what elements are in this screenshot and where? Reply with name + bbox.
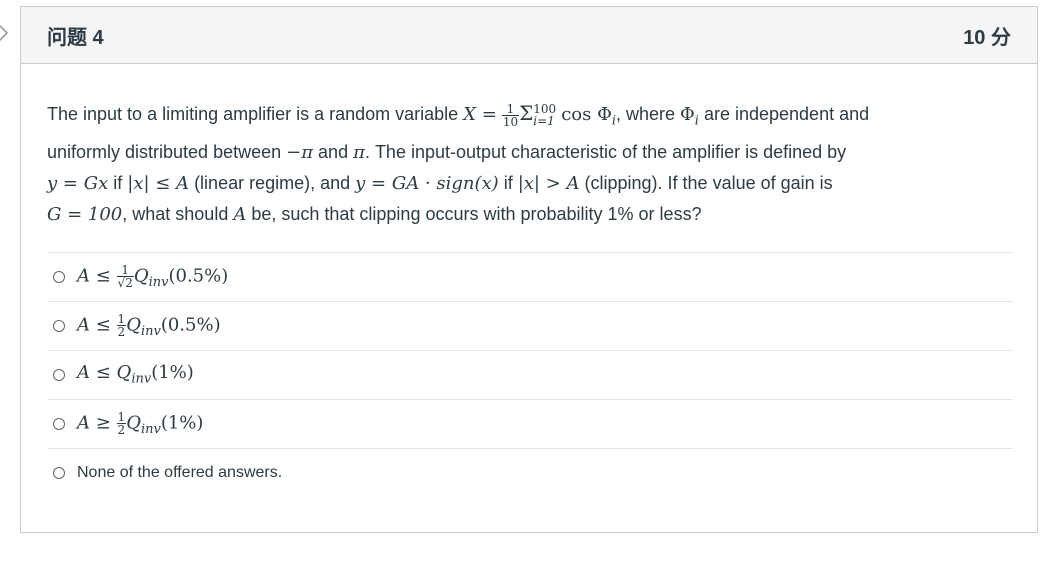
text-segment: if: [498, 172, 518, 193]
radio-button[interactable]: [53, 467, 65, 480]
text-segment: . The input-output characteristic of the…: [364, 141, 847, 162]
text-segment: The input to a limiting amplifier is a r…: [47, 104, 464, 124]
answer-label: A ≤ 1 √2 Qinv(0.5%): [77, 262, 229, 290]
text-segment: (linear regime), and: [189, 172, 356, 193]
answer-label: None of the offered answers.: [77, 464, 283, 482]
radio-button[interactable]: [53, 368, 65, 381]
math-abs-le: |x| ≤ A: [127, 172, 190, 194]
answer-option-5[interactable]: None of the offered answers.: [47, 449, 1013, 498]
answer-label: A ≤ Qinv(1%): [77, 362, 194, 387]
text-segment: if: [108, 172, 128, 193]
chevron-right-icon[interactable]: [0, 22, 10, 44]
text-segment: be, such that clipping occurs with proba…: [246, 203, 702, 224]
math-gain: G = 100: [47, 203, 123, 225]
sum-symbol: Σ: [519, 101, 534, 125]
sum-limits: 100 i=1: [533, 102, 557, 129]
math-cos-phi: cos Φ: [561, 104, 612, 125]
math-linear: y = Gx: [47, 172, 109, 194]
question-title: 问题 4: [47, 26, 104, 49]
math-pi: π: [353, 141, 365, 163]
math-x: X =: [463, 104, 497, 125]
text-segment: uniformly distributed between: [47, 141, 287, 162]
answer-option-3[interactable]: A ≤ Qinv(1%): [47, 351, 1013, 400]
answer-label: A ≥ 1 2 Qinv(1%): [77, 409, 204, 437]
text-segment: are independent and: [698, 104, 870, 124]
radio-button[interactable]: [53, 417, 65, 430]
question-card: 问题 4 10 分 The input to a limiting amplif…: [20, 6, 1038, 533]
question-text: The input to a limiting amplifier is a r…: [47, 98, 1011, 230]
math-minus-pi: −π: [286, 141, 314, 163]
text-segment: (clipping). If the value of gain is: [579, 172, 833, 193]
math-clipping: y = GA · sign(x): [355, 172, 499, 194]
question-header: 问题 4 10 分: [21, 7, 1037, 64]
answer-option-2[interactable]: A ≤ 1 2 Qinv(0.5%): [47, 302, 1013, 351]
math-a: A: [233, 203, 247, 225]
text-segment: , what should: [122, 203, 234, 224]
math-phi: Φ: [680, 104, 695, 125]
fraction: 1 10: [501, 101, 520, 129]
question-points: 10 分: [963, 26, 1011, 49]
radio-button[interactable]: [53, 319, 65, 332]
text-segment: and: [313, 141, 354, 162]
question-body: The input to a limiting amplifier is a r…: [21, 64, 1037, 498]
math-abs-gt: |x| > A: [517, 172, 580, 194]
text-segment: , where: [616, 104, 681, 124]
answer-list: A ≤ 1 √2 Qinv(0.5%) A ≤ 1 2 Qinv(0.5%) A ≤ Q…: [47, 251, 1013, 498]
answer-label: A ≤ 1 2 Qinv(0.5%): [77, 311, 221, 339]
radio-button[interactable]: [53, 270, 65, 283]
answer-option-4[interactable]: A ≥ 1 2 Qinv(1%): [47, 400, 1013, 449]
answer-option-1[interactable]: A ≤ 1 √2 Qinv(0.5%): [47, 253, 1013, 302]
